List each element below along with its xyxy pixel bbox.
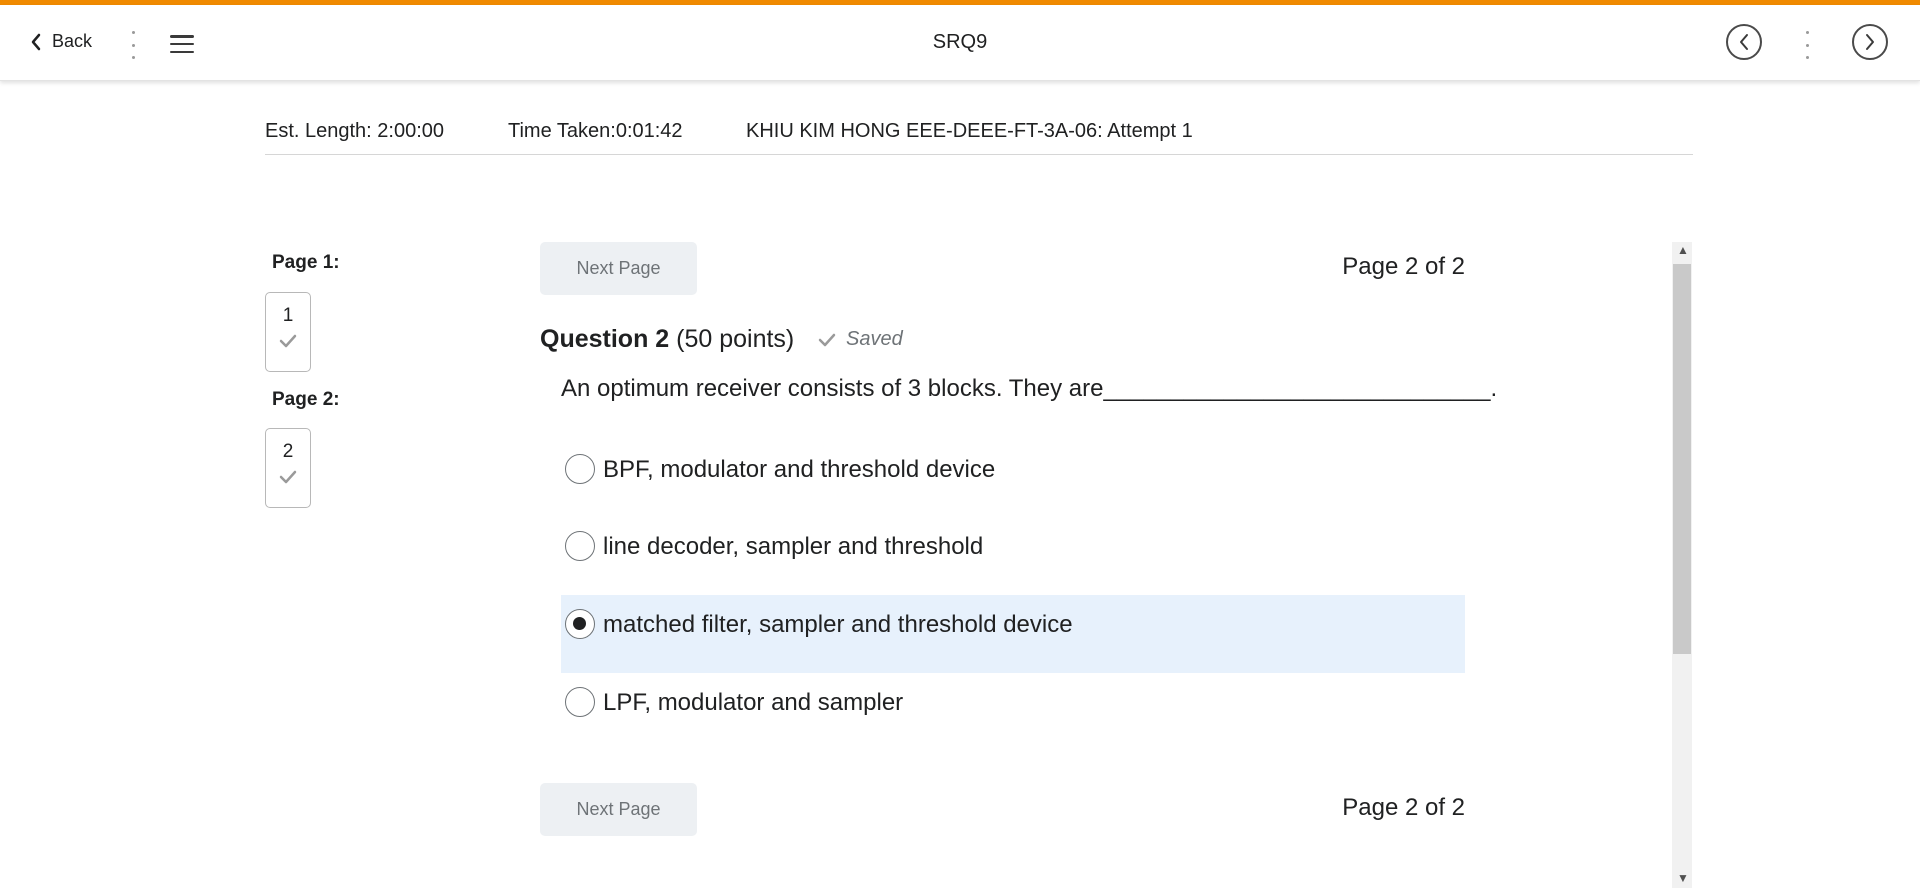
page-indicator-bottom: Page 2 of 2 [1342,794,1465,821]
check-icon [818,333,836,347]
attempt-info: KHIU KIM HONG EEE-DEEE-FT-3A-06: Attempt… [746,120,1193,142]
previous-button[interactable] [1726,24,1762,60]
scrollbar-thumb[interactable] [1673,264,1691,654]
quiz-info-bar: Est. Length: 2:00:00 Time Taken:0:01:42 … [265,118,1693,155]
chevron-right-icon [1866,34,1874,50]
saved-status: Saved [818,328,903,351]
answer-option-3[interactable]: matched filter, sampler and threshold de… [561,595,1465,673]
page-1-question-1[interactable]: 1 [265,292,311,372]
check-icon [279,470,297,484]
next-button[interactable] [1852,24,1888,60]
est-length: Est. Length: 2:00:00 [265,120,445,142]
radio-button-selected[interactable] [565,609,595,639]
question-text: An optimum receiver consists of 3 blocks… [561,375,1498,402]
page-title: SRQ9 [932,31,988,53]
saved-label: Saved [846,328,903,350]
answer-option-4[interactable]: LPF, modulator and sampler [561,673,1465,751]
divider-dots [1806,31,1810,59]
answer-option-1[interactable]: BPF, modulator and threshold device [561,440,1465,518]
option-label: line decoder, sampler and threshold [603,533,984,560]
radio-button[interactable] [565,531,595,561]
question-number: 2 [282,441,294,462]
page-2-question-2[interactable]: 2 [265,428,311,508]
check-icon [279,334,297,348]
answer-option-2[interactable]: line decoder, sampler and threshold [561,517,1465,595]
option-label: LPF, modulator and sampler [603,689,904,716]
scroll-up-icon[interactable]: ▲ [1677,244,1689,256]
question-title: Question 2 [540,325,670,353]
next-page-button-bottom[interactable]: Next Page [540,783,697,836]
question-points: (50 points) [676,325,795,353]
time-taken: Time Taken:0:01:42 [508,120,683,142]
page-1-label: Page 1: [272,252,340,273]
question-number: 1 [282,305,294,326]
page-2-label: Page 2: [272,389,340,410]
scrollbar[interactable]: ▲ ▼ [1672,242,1692,888]
page-indicator-top: Page 2 of 2 [1342,253,1465,280]
radio-button[interactable] [565,687,595,717]
question-header: Question 2 (50 points) [540,325,794,354]
option-label: matched filter, sampler and threshold de… [603,611,1073,638]
option-label: BPF, modulator and threshold device [603,456,996,483]
scroll-down-icon[interactable]: ▼ [1677,872,1689,884]
top-navbar: Back SRQ9 [0,5,1920,81]
next-page-button-top[interactable]: Next Page [540,242,697,295]
radio-button[interactable] [565,454,595,484]
chevron-left-icon [1740,34,1748,50]
